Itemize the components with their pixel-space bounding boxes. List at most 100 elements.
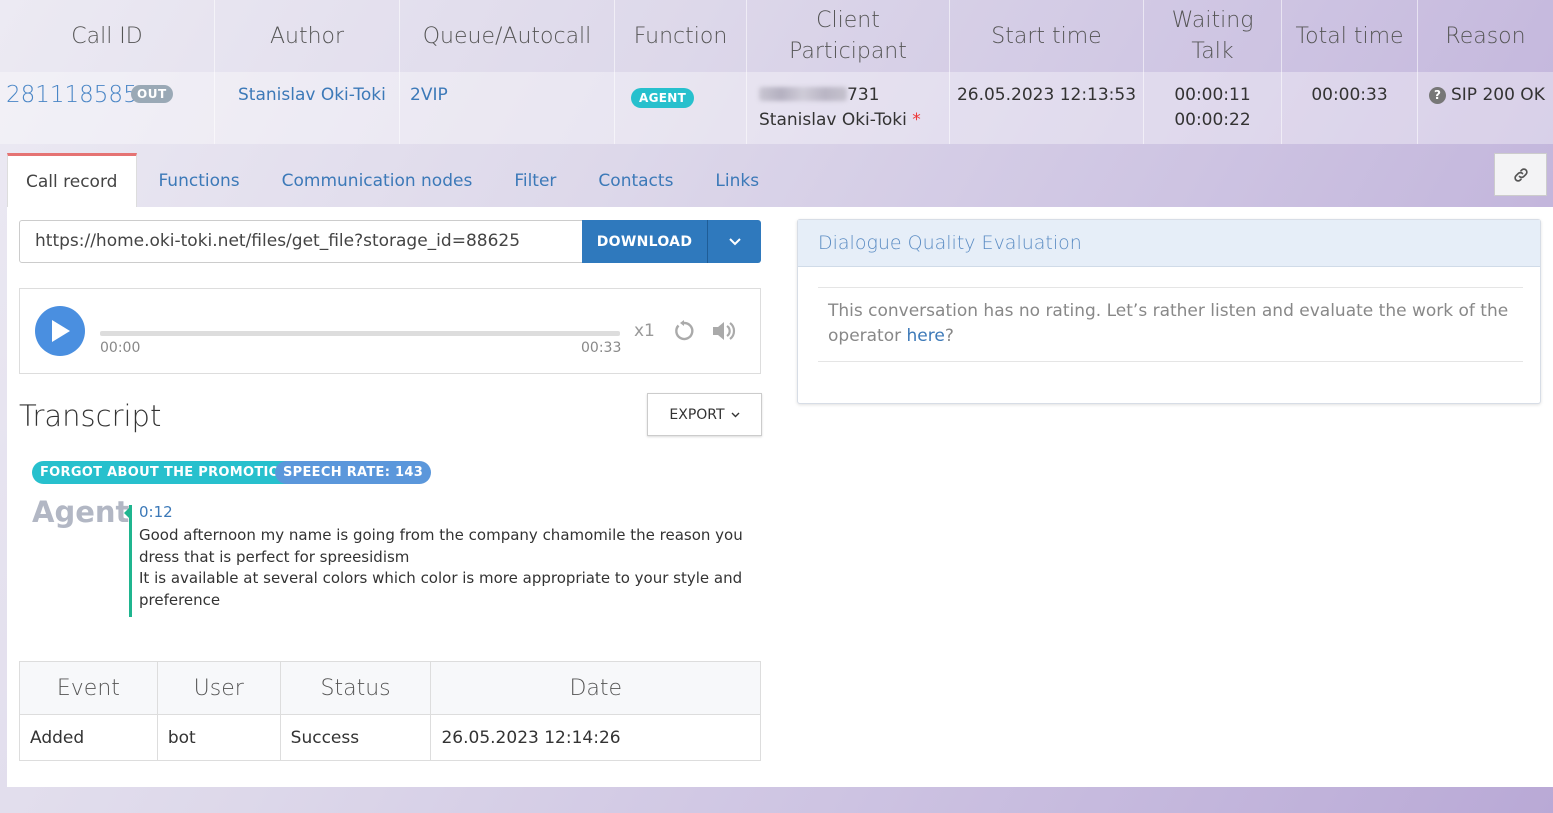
- cell-total-time: 00:00:33: [1282, 72, 1418, 144]
- header-author[interactable]: Author: [215, 0, 400, 72]
- tab-communication-nodes[interactable]: Communication nodes: [261, 153, 494, 208]
- quality-evaluation-title: Dialogue Quality Evaluation: [798, 220, 1540, 267]
- detail-tabs: Call record Functions Communication node…: [7, 153, 780, 208]
- current-time: 00:00: [100, 340, 141, 356]
- table-row: Added bot Success 26.05.2023 12:14:26: [19, 714, 761, 761]
- export-button[interactable]: EXPORT: [647, 393, 762, 436]
- quality-suffix: ?: [944, 326, 954, 346]
- header-start-time[interactable]: Start time: [950, 0, 1144, 72]
- direction-badge: OUT: [131, 85, 173, 103]
- participant: Stanislav Oki-Toki *: [759, 110, 921, 130]
- header-waiting-line1: Waiting: [1171, 8, 1254, 33]
- call-record-panel: https://home.oki-toki.net/files/get_file…: [7, 207, 1553, 787]
- reason: ? SIP 200 OK: [1429, 85, 1545, 105]
- waiting-value: 00:00:11: [1174, 85, 1251, 105]
- speech-rate-tag: SPEECH RATE: 143: [275, 461, 432, 484]
- header-call-id[interactable]: Call ID: [0, 0, 215, 72]
- question-circle-icon[interactable]: ?: [1429, 86, 1446, 104]
- client-phone-suffix: 731: [847, 85, 880, 105]
- header-call-id-label: Call ID: [71, 23, 143, 49]
- copy-link-button[interactable]: [1494, 153, 1547, 196]
- header-client[interactable]: Client Participant: [747, 0, 950, 72]
- tab-call-record[interactable]: Call record: [7, 153, 138, 208]
- calls-table: Call ID Author Queue/Autocall Function C…: [0, 0, 1553, 144]
- cell-author: Stanislav Oki-Toki: [215, 72, 400, 144]
- duration: 00:33: [581, 340, 622, 356]
- tab-links[interactable]: Links: [694, 153, 780, 208]
- cell-call-id: 281118585 OUT: [0, 72, 215, 144]
- header-client-line2: Participant: [789, 39, 907, 64]
- tab-filter[interactable]: Filter: [493, 153, 577, 208]
- replay-icon: [675, 320, 694, 341]
- header-queue-label: Queue/Autocall: [422, 23, 592, 49]
- cell-start-time: 26.05.2023 12:13:53: [950, 72, 1144, 144]
- message-time[interactable]: 0:12: [139, 503, 173, 521]
- download-button[interactable]: DOWNLOAD: [582, 220, 707, 263]
- event-value: Added: [19, 714, 158, 761]
- header-waiting-talk-label: Waiting Talk: [1172, 5, 1254, 67]
- transcript-title: Transcript: [19, 399, 162, 433]
- progress-track[interactable]: [100, 331, 620, 336]
- header-date: Date: [430, 661, 761, 715]
- function-badge: AGENT: [631, 88, 695, 108]
- tab-contacts[interactable]: Contacts: [577, 153, 694, 208]
- quality-evaluation-message: This conversation has no rating. Let’s r…: [818, 287, 1523, 362]
- replay-button[interactable]: [672, 319, 696, 347]
- chevron-down-icon: [728, 237, 741, 245]
- header-function[interactable]: Function: [615, 0, 747, 72]
- cell-queue: 2VIP: [400, 72, 615, 144]
- start-time-value: 26.05.2023 12:13:53: [956, 85, 1137, 105]
- download-options-button[interactable]: [707, 220, 761, 263]
- status-value: Success: [279, 714, 432, 761]
- link-icon: [1513, 167, 1528, 182]
- author-link[interactable]: Stanislav Oki-Toki: [238, 85, 386, 105]
- cell-reason: ? SIP 200 OK: [1418, 72, 1553, 144]
- calls-table-header: Call ID Author Queue/Autocall Function C…: [0, 0, 1553, 72]
- total-time-value: 00:00:33: [1311, 85, 1388, 105]
- evaluate-link[interactable]: here: [907, 326, 945, 346]
- events-header-row: Event User Status Date: [19, 661, 761, 715]
- message-line: It is available at several colors which …: [139, 569, 743, 609]
- events-table: Event User Status Date Added bot Success…: [19, 661, 761, 761]
- message-line: Good afternoon my name is going from the…: [139, 526, 743, 566]
- header-user: User: [156, 661, 281, 715]
- header-queue[interactable]: Queue/Autocall: [400, 0, 615, 72]
- user-value: bot: [156, 714, 281, 761]
- volume-icon: [713, 322, 736, 340]
- header-waiting-talk[interactable]: Waiting Talk: [1144, 0, 1282, 72]
- table-row[interactable]: 281118585 OUT Stanislav Oki-Toki 2VIP AG…: [0, 72, 1553, 144]
- header-reason-label: Reason: [1445, 23, 1526, 49]
- cell-client: 731 Stanislav Oki-Toki *: [747, 72, 950, 144]
- header-total-time-label: Total time: [1295, 23, 1404, 49]
- volume-button[interactable]: [711, 319, 737, 347]
- header-client-line1: Client: [816, 8, 880, 33]
- header-start-time-label: Start time: [991, 23, 1102, 49]
- header-event: Event: [19, 661, 158, 715]
- participant-name: Stanislav Oki-Toki: [759, 110, 907, 130]
- queue-link[interactable]: 2VIP: [410, 85, 448, 105]
- talk-value: 00:00:22: [1174, 110, 1251, 130]
- export-label: EXPORT: [669, 406, 725, 423]
- header-reason[interactable]: Reason: [1418, 0, 1553, 72]
- call-id-link[interactable]: 281118585: [6, 82, 138, 108]
- play-button[interactable]: [35, 306, 85, 356]
- redacted-phone: [759, 87, 847, 101]
- audio-player: 00:00 00:33 x1: [19, 288, 761, 374]
- header-total-time[interactable]: Total time: [1282, 0, 1418, 72]
- participant-marker: *: [912, 110, 921, 130]
- speaker-label: Agent: [32, 495, 130, 529]
- header-status: Status: [279, 661, 432, 715]
- header-author-label: Author: [269, 23, 345, 49]
- quality-evaluation-box: Dialogue Quality Evaluation This convers…: [797, 219, 1541, 404]
- reason-value: SIP 200 OK: [1451, 85, 1545, 105]
- cell-function: AGENT: [615, 72, 747, 144]
- record-url-field[interactable]: https://home.oki-toki.net/files/get_file…: [19, 220, 584, 263]
- header-waiting-line2: Talk: [1191, 39, 1234, 64]
- client-phone: 731: [759, 85, 879, 105]
- cell-waiting-talk: 00:00:11 00:00:22: [1144, 72, 1282, 144]
- promotion-tag: FORGOT ABOUT THE PROMOTION: [32, 461, 300, 484]
- header-function-label: Function: [633, 23, 728, 49]
- playback-speed[interactable]: x1: [634, 321, 655, 341]
- date-value: 26.05.2023 12:14:26: [430, 714, 761, 761]
- tab-functions[interactable]: Functions: [137, 153, 260, 208]
